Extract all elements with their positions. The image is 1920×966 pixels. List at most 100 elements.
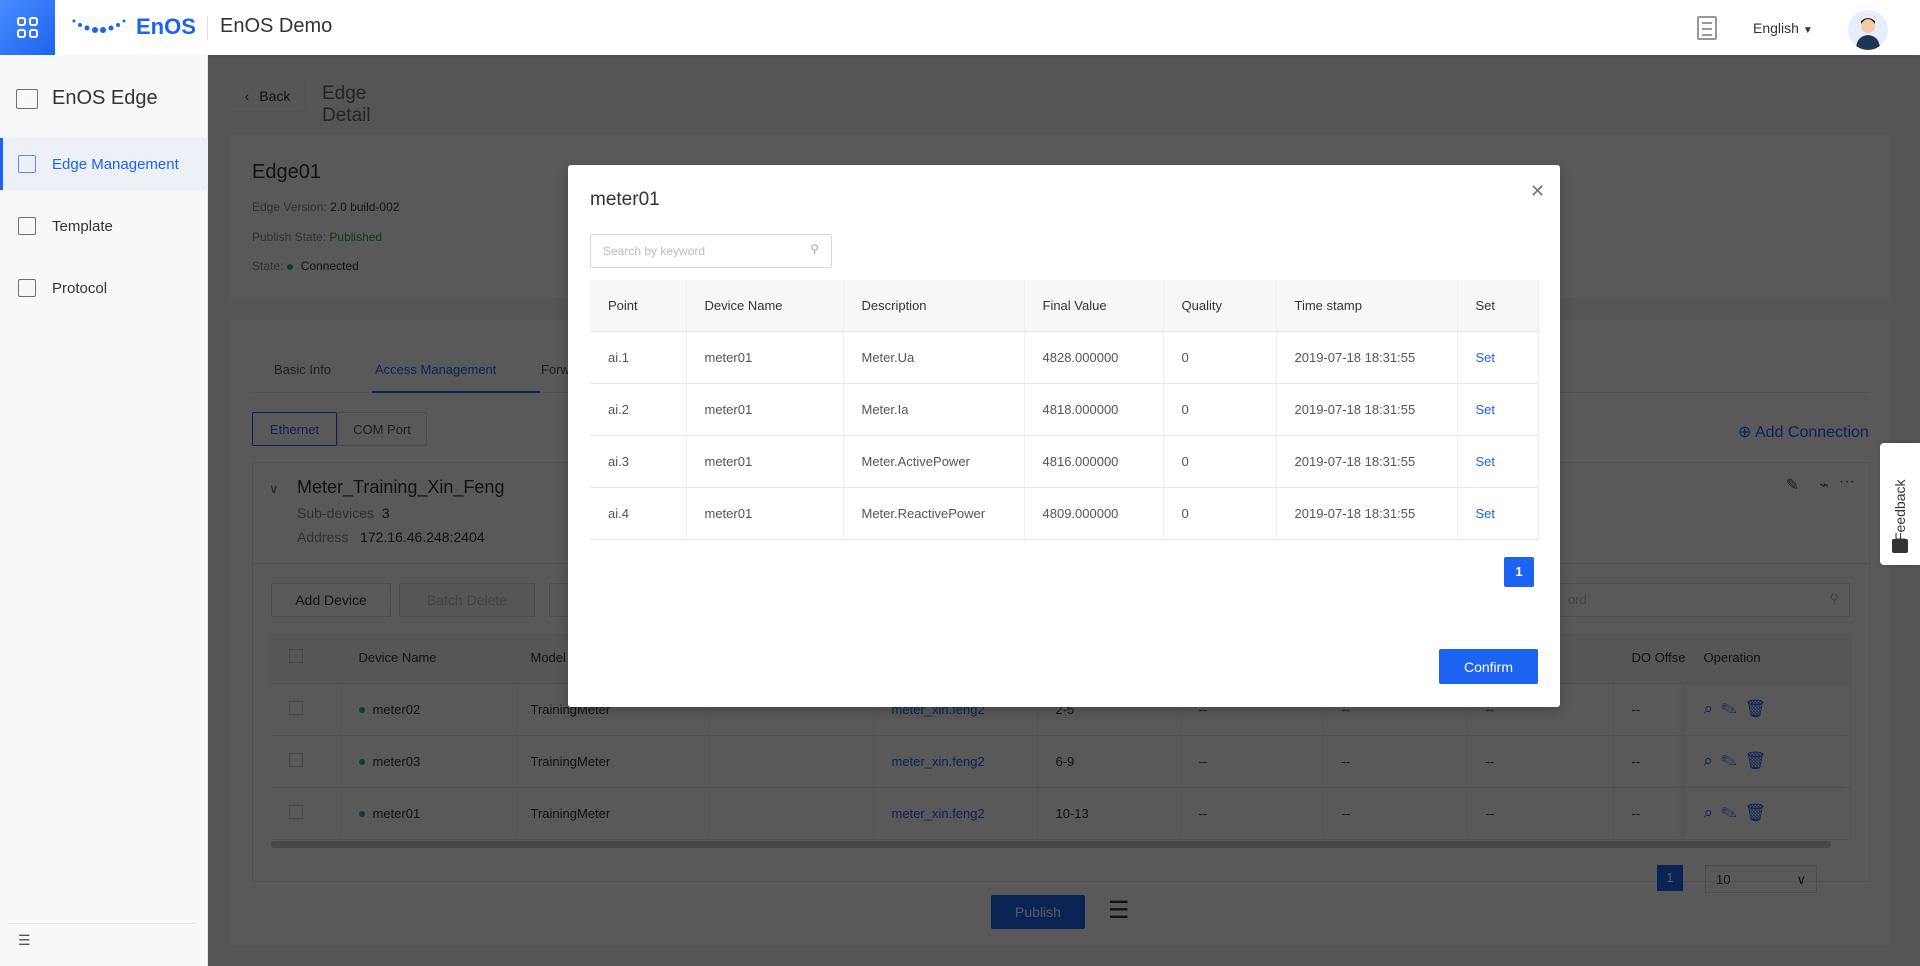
view-icon[interactable]: ⌕ [1704, 699, 1722, 718]
cell-quality: 0 [1163, 435, 1277, 488]
edit-icon[interactable]: ✎ [1721, 699, 1745, 718]
edit-icon[interactable]: ✎ [1786, 475, 1799, 495]
delete-icon[interactable]: 🗑 [1745, 803, 1775, 822]
edit-icon[interactable]: ✎ [1721, 751, 1745, 770]
plus-circle-icon: ⊕ [1738, 424, 1752, 441]
tab-access-management[interactable]: Access Management [375, 362, 496, 377]
back-button[interactable]: ‹ Back [230, 79, 305, 112]
edge-name: Edge01 [252, 161, 321, 183]
row-checkbox[interactable] [271, 787, 341, 840]
add-device-button[interactable]: Add Device [271, 583, 391, 617]
search-icon: ⚲ [810, 242, 819, 256]
sidebar-item-edge-management[interactable]: Edge Management [0, 138, 208, 190]
version-label: Edge Version: [252, 200, 327, 214]
select-all-checkbox[interactable] [271, 633, 341, 684]
avatar[interactable] [1848, 10, 1888, 50]
language-select[interactable]: English ▼ [1753, 20, 1813, 36]
status-dot [358, 707, 365, 714]
publish-state-value: Published [329, 230, 383, 244]
device-name: meter03 [372, 753, 421, 769]
state-label: State: [252, 259, 284, 273]
status-dot [358, 759, 365, 766]
set-link[interactable]: Set [1457, 383, 1539, 436]
batch-delete-button[interactable]: Batch Delete [399, 583, 535, 617]
feedback-tab[interactable]: Feedback [1880, 443, 1920, 565]
col-set: Set [1457, 280, 1539, 332]
logo-dots-icon [72, 19, 126, 33]
device-page-1[interactable]: 1 [1657, 865, 1683, 891]
cell-time-stamp: 2019-07-18 18:31:55 [1276, 383, 1458, 436]
set-link[interactable]: Set [1457, 331, 1539, 384]
download-box-icon [18, 155, 36, 173]
cell-time-stamp: 2019-07-18 18:31:55 [1276, 331, 1458, 384]
model-link[interactable]: meter_xin.feng2 [873, 787, 1038, 840]
modal-page-1[interactable]: 1 [1504, 557, 1534, 587]
edit-icon[interactable]: ✎ [1721, 803, 1745, 822]
cell-point: ai.4 [590, 487, 687, 540]
subdevices-count: 3 [381, 505, 390, 521]
add-connection-button[interactable]: ⊕ Add Connection [1738, 422, 1869, 442]
sidebar-title-text: EnOS Edge [52, 87, 158, 109]
modal-search-input[interactable]: Search by keyword ⚲ [590, 234, 832, 268]
monitor-icon [16, 88, 38, 109]
tab-basic-info[interactable]: Basic Info [274, 362, 331, 377]
delete-icon[interactable]: 🗑 [1745, 751, 1775, 770]
app-switcher-button[interactable] [0, 0, 55, 55]
collapse-sidebar-icon[interactable]: ☰ [18, 932, 31, 949]
connection-name: Meter_Training_Xin_Feng [297, 477, 505, 497]
cell-description: Meter.ActivePower [843, 435, 1025, 488]
device-name-cell: meter01 [340, 787, 517, 840]
cell: -- [1613, 683, 1686, 736]
page-size-select[interactable]: 10 ∨ [1705, 865, 1817, 893]
tab-forwarding[interactable]: Forw [541, 362, 570, 377]
document-icon[interactable] [1697, 16, 1717, 40]
menu-icon[interactable]: ☰ [1108, 896, 1130, 925]
confirm-button[interactable]: Confirm [1439, 649, 1538, 684]
points-modal: meter01 ✕ Search by keyword ⚲ Point Device… [568, 165, 1560, 707]
segment-ethernet[interactable]: Ethernet [252, 412, 337, 446]
point-row: ai.4 meter01 Meter.ReactivePower 4809.00000… [590, 487, 1539, 540]
brand-name: EnOS [136, 14, 196, 39]
modal-title: meter01 [590, 189, 660, 210]
horizontal-scrollbar[interactable] [271, 841, 1831, 848]
cell-device-name: meter01 [686, 435, 844, 488]
set-link[interactable]: Set [1457, 487, 1539, 540]
feedback-face-icon [1892, 539, 1908, 553]
cell-point: ai.3 [590, 435, 687, 488]
delete-icon[interactable]: 🗑 [1745, 699, 1775, 718]
monitor-chart-icon[interactable]: ⌁ [1819, 475, 1829, 495]
close-icon[interactable]: ✕ [1530, 181, 1545, 202]
active-tab-indicator [372, 391, 540, 393]
enos-logo[interactable]: EnOS [70, 14, 196, 40]
row-checkbox[interactable] [271, 683, 341, 736]
range-cell: 6-9 [1037, 735, 1181, 788]
page-size-value: 10 [1716, 872, 1731, 887]
sidebar-item-template[interactable]: Template [0, 200, 208, 252]
cell-quality: 0 [1163, 383, 1277, 436]
version-value: 2.0 build-002 [330, 200, 400, 214]
status-dot [286, 263, 293, 270]
cell-device-name: meter01 [686, 383, 844, 436]
point-row: ai.1 meter01 Meter.Ua 4828.000000 0 2019-07-1… [590, 331, 1539, 384]
cell-description: Meter.Ua [843, 331, 1025, 384]
col-point: Point [590, 280, 687, 332]
user-avatar-icon [1856, 18, 1880, 50]
model-link[interactable]: meter_xin.feng2 [873, 735, 1038, 788]
row-checkbox[interactable] [271, 735, 341, 788]
view-icon[interactable]: ⌕ [1704, 803, 1722, 822]
cell: -- [1467, 787, 1614, 840]
search-placeholder: Search by keyword [603, 244, 706, 258]
sidebar-item-protocol[interactable]: Protocol [0, 262, 208, 314]
cell-final-value: 4818.000000 [1024, 383, 1164, 436]
device-name-cell: meter02 [340, 683, 517, 736]
more-icon[interactable]: ··· [1839, 473, 1855, 491]
collapse-chevron-icon[interactable]: ∨ [269, 481, 279, 497]
segment-com-port[interactable]: COM Port [337, 412, 427, 446]
sidebar-item-label: Edge Management [52, 155, 179, 173]
cell: -- [1323, 735, 1468, 788]
set-link[interactable]: Set [1457, 435, 1539, 488]
publish-button[interactable]: Publish [991, 895, 1085, 929]
status-dot [358, 811, 365, 818]
col-time-stamp: Time stamp [1276, 280, 1458, 332]
view-icon[interactable]: ⌕ [1704, 751, 1722, 770]
